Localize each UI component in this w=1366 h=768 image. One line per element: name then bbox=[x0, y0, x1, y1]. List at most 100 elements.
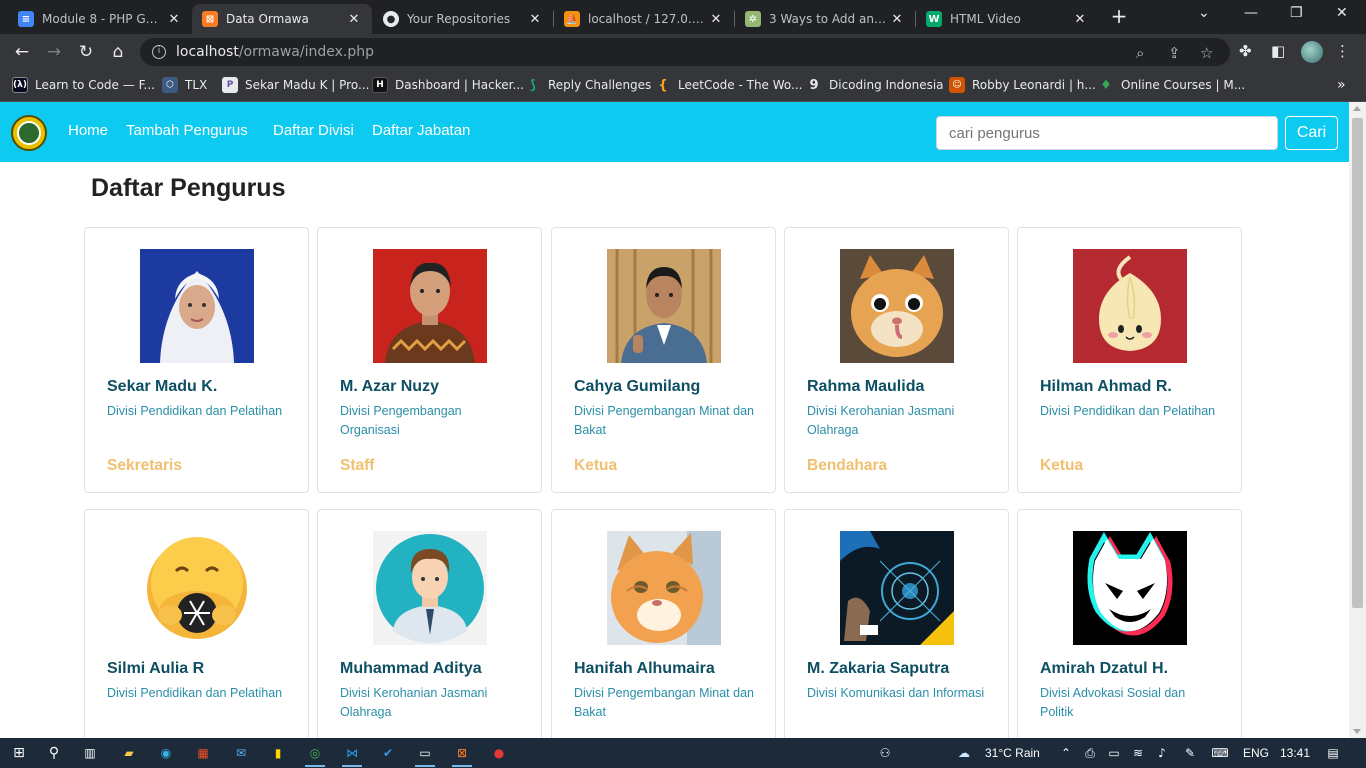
show-hidden-icons-icon[interactable]: ⌃ bbox=[1056, 743, 1076, 763]
member-card[interactable]: Rahma Maulida Divisi Kerohanian Jasmani … bbox=[784, 227, 1009, 493]
people-icon[interactable]: ⚇ bbox=[875, 743, 895, 763]
task-view-icon[interactable]: ▥ bbox=[80, 743, 100, 763]
close-tab-icon[interactable]: ✕ bbox=[1072, 12, 1088, 27]
reload-icon[interactable]: ↻ bbox=[75, 41, 97, 63]
bookmark-hackerrank[interactable]: H Dashboard | Hacker... bbox=[372, 77, 524, 93]
hackerrank-icon: H bbox=[372, 77, 388, 93]
wifi-icon[interactable]: ≋ bbox=[1128, 743, 1148, 763]
scroll-thumb[interactable] bbox=[1352, 118, 1363, 608]
todo-icon[interactable]: ✔ bbox=[378, 743, 398, 763]
restore-icon[interactable]: ❐ bbox=[1290, 5, 1303, 21]
close-tab-icon[interactable]: ✕ bbox=[889, 12, 905, 27]
clock[interactable]: 13:41 bbox=[1280, 746, 1310, 760]
robby-icon: ☺ bbox=[949, 77, 965, 93]
member-card[interactable]: Amirah Dzatul H. Divisi Advokasi Sosial … bbox=[1017, 509, 1242, 738]
terminal-icon[interactable]: ▭ bbox=[415, 743, 435, 767]
close-tab-icon[interactable]: ✕ bbox=[346, 12, 362, 27]
vscode-icon[interactable]: ⋈ bbox=[342, 743, 362, 767]
close-tab-icon[interactable]: ✕ bbox=[166, 12, 182, 27]
ormawa-logo[interactable] bbox=[11, 115, 47, 151]
side-panel-icon[interactable]: ◧ bbox=[1271, 42, 1285, 60]
bookmark-sekar-madu[interactable]: P Sekar Madu K | Pro... bbox=[222, 77, 369, 93]
search-input[interactable] bbox=[936, 116, 1278, 150]
weather-cloud-icon[interactable]: ☁ bbox=[954, 743, 974, 763]
keyboard-icon[interactable]: ⌨ bbox=[1210, 743, 1230, 763]
file-explorer-icon[interactable]: ▰ bbox=[119, 743, 139, 763]
back-arrow-icon[interactable]: ← bbox=[11, 41, 33, 63]
close-window-icon[interactable]: ✕ bbox=[1336, 5, 1348, 21]
sticky-notes-icon[interactable]: ▮ bbox=[268, 743, 288, 763]
bookmark-robby-leonardi[interactable]: ☺ Robby Leonardi | h... bbox=[949, 77, 1096, 93]
member-card[interactable]: Silmi Aulia R Divisi Pendidikan dan Pela… bbox=[84, 509, 309, 738]
member-photo bbox=[140, 249, 254, 363]
tab-wikihow[interactable]: ✲ 3 Ways to Add an Ima ✕ bbox=[735, 4, 915, 34]
minimize-icon[interactable]: — bbox=[1244, 5, 1258, 21]
scroll-down-arrow-icon[interactable] bbox=[1353, 729, 1361, 734]
home-icon[interactable]: ⌂ bbox=[107, 41, 129, 63]
bookmark-tlx[interactable]: ⬡ TLX bbox=[162, 77, 207, 93]
notifications-icon[interactable]: ▤ bbox=[1323, 743, 1343, 763]
battery-icon[interactable]: ▭ bbox=[1104, 743, 1124, 763]
member-card[interactable]: Muhammad Aditya Divisi Kerohanian Jasman… bbox=[317, 509, 542, 738]
tab-your-repositories[interactable]: ● Your Repositories ✕ bbox=[373, 4, 553, 34]
github-icon: ● bbox=[383, 11, 399, 27]
dicoding-icon: 9 bbox=[809, 77, 819, 93]
url-path: /ormawa/index.php bbox=[238, 44, 374, 60]
tab-html-video[interactable]: W HTML Video ✕ bbox=[916, 4, 1098, 34]
scroll-up-arrow-icon[interactable] bbox=[1353, 106, 1361, 111]
bookmark-online-courses[interactable]: ♦ Online Courses | M... bbox=[1098, 77, 1245, 93]
bookmark-reply-challenges[interactable]: ⟆ Reply Challenges bbox=[525, 77, 651, 93]
recorder-icon[interactable]: ● bbox=[489, 743, 509, 763]
extensions-icon[interactable]: ✤ bbox=[1239, 42, 1252, 60]
leaf-icon: ♦ bbox=[1100, 77, 1112, 93]
site-info-icon[interactable]: i bbox=[152, 45, 166, 59]
nav-home[interactable]: Home bbox=[68, 122, 108, 139]
more-bookmarks-icon[interactable]: » bbox=[1337, 77, 1346, 93]
volume-icon[interactable]: ♪ bbox=[1152, 743, 1172, 763]
nav-tambah-pengurus[interactable]: Tambah Pengurus bbox=[126, 122, 248, 139]
zoom-icon[interactable]: ⌕ bbox=[1136, 44, 1144, 62]
close-tab-icon[interactable]: ✕ bbox=[708, 12, 724, 27]
member-card[interactable]: Hilman Ahmad R. Divisi Pendidikan dan Pe… bbox=[1017, 227, 1242, 493]
share-icon[interactable]: ⇪ bbox=[1168, 44, 1181, 62]
leetcode-icon: { bbox=[658, 77, 668, 93]
member-card[interactable]: M. Zakaria Saputra Divisi Komunikasi dan… bbox=[784, 509, 1009, 738]
bookmark-dicoding[interactable]: 9 Dicoding Indonesia bbox=[806, 77, 943, 93]
nav-daftar-jabatan[interactable]: Daftar Jabatan bbox=[372, 122, 470, 139]
page-scrollbar[interactable] bbox=[1349, 102, 1366, 738]
touch-keyboard-icon[interactable]: ⎙ bbox=[1080, 743, 1100, 763]
bookmark-leetcode[interactable]: { LeetCode - The Wo... bbox=[655, 77, 802, 93]
menu-icon[interactable]: ⋮ bbox=[1335, 42, 1350, 60]
tab-module-8[interactable]: ≡ Module 8 - PHP GUI W ✕ bbox=[8, 4, 192, 34]
member-name: Rahma Maulida bbox=[807, 378, 925, 395]
tab-phpmyadmin[interactable]: ⛵ localhost / 127.0.0.1 / ✕ bbox=[554, 4, 734, 34]
tab-data-ormawa[interactable]: ⊠ Data Ormawa ✕ bbox=[192, 4, 372, 34]
bookmark-star-icon[interactable]: ☆ bbox=[1200, 44, 1213, 62]
member-division: Divisi Pengembangan Organisasi bbox=[340, 404, 462, 437]
forward-arrow-icon[interactable]: → bbox=[43, 41, 65, 63]
chrome-icon[interactable]: ◎ bbox=[305, 743, 325, 767]
search-icon[interactable]: ⚲ bbox=[44, 743, 64, 763]
nav-daftar-divisi[interactable]: Daftar Divisi bbox=[273, 122, 354, 139]
search-button[interactable]: Cari bbox=[1285, 116, 1338, 150]
new-tab-button[interactable]: + bbox=[1106, 6, 1132, 28]
member-card[interactable]: M. Azar Nuzy Divisi Pengembangan Organis… bbox=[317, 227, 542, 493]
store-icon[interactable]: ▦ bbox=[193, 743, 213, 763]
windows-start-icon[interactable]: ⊞ bbox=[9, 743, 29, 763]
member-division: Divisi Komunikasi dan Informasi bbox=[807, 686, 985, 700]
close-tab-icon[interactable]: ✕ bbox=[527, 12, 543, 27]
edge-icon[interactable]: ◉ bbox=[156, 743, 176, 763]
bookmark-freecodecamp[interactable]: (λ) Learn to Code — F... bbox=[12, 77, 155, 93]
member-card[interactable]: Sekar Madu K. Divisi Pendidikan dan Pela… bbox=[84, 227, 309, 493]
site-navbar: Home Tambah Pengurus Daftar Divisi Dafta… bbox=[0, 102, 1349, 162]
address-bar[interactable]: i localhost /ormawa/index.php ⌕ ⇪ ☆ bbox=[140, 38, 1230, 66]
weather-text[interactable]: 31°C Rain bbox=[985, 746, 1040, 760]
member-card[interactable]: Cahya Gumilang Divisi Pengembangan Minat… bbox=[551, 227, 776, 493]
xampp-icon[interactable]: ⊠ bbox=[452, 743, 472, 767]
language-indicator[interactable]: ENG bbox=[1243, 746, 1269, 760]
member-card[interactable]: Hanifah Alhumaira Divisi Pengembangan Mi… bbox=[551, 509, 776, 738]
pen-icon[interactable]: ✎ bbox=[1180, 743, 1200, 763]
profile-avatar[interactable] bbox=[1301, 41, 1323, 63]
mail-icon[interactable]: ✉ bbox=[231, 743, 251, 763]
tab-search-icon[interactable]: ⌄ bbox=[1198, 5, 1210, 21]
